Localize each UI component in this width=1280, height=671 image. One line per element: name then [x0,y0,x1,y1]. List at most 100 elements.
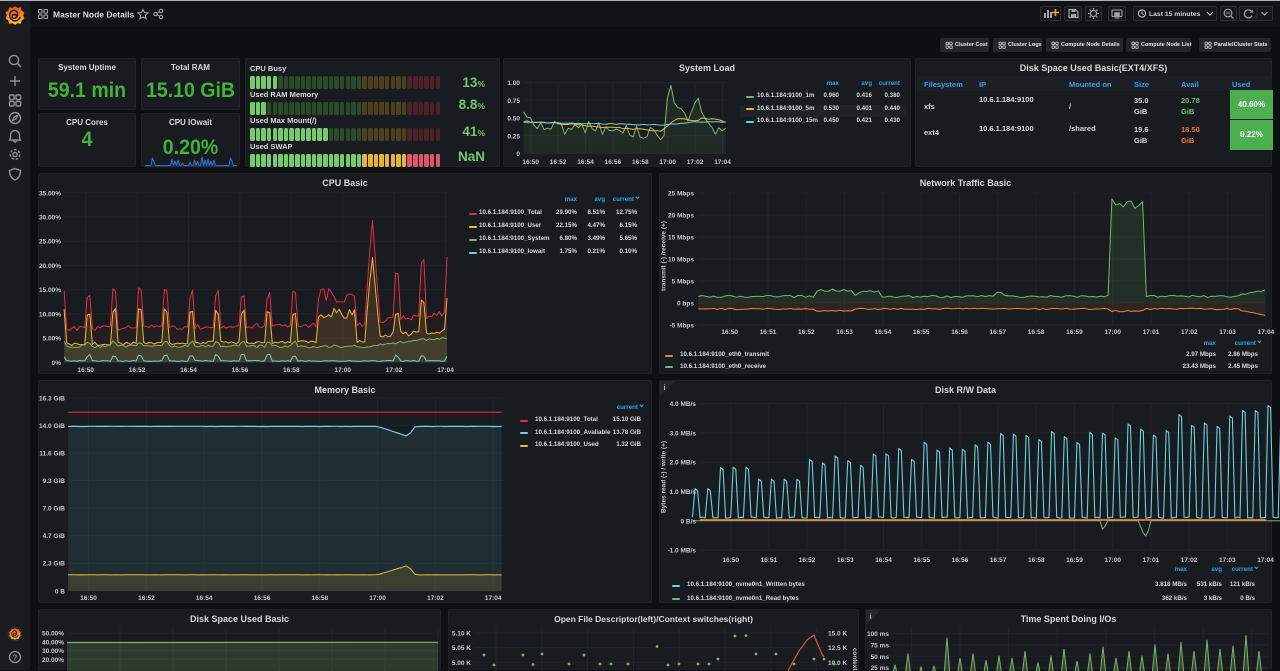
svg-text:17:04: 17:04 [485,595,502,602]
svg-text:16:50: 16:50 [722,557,739,564]
svg-text:5.05 K: 5.05 K [452,645,471,652]
svg-text:16:51: 16:51 [761,557,778,564]
svg-text:50.00%: 50.00% [42,631,64,638]
svg-text:17:03: 17:03 [1219,557,1236,564]
svg-text:0 B/s: 0 B/s [680,518,696,525]
svg-text:50 ms: 50 ms [871,654,890,661]
svg-text:20 Mbps: 20 Mbps [668,213,694,220]
svg-text:16:59: 16:59 [1066,329,1083,336]
svg-text:16:58: 16:58 [632,159,649,166]
svg-text:0.75: 0.75 [507,98,520,105]
svg-text:17:02: 17:02 [386,367,403,374]
svg-text:5.10 K: 5.10 K [452,631,471,638]
svg-text:16:59: 16:59 [1066,557,1083,564]
svg-text:17:02: 17:02 [1181,329,1198,336]
svg-text:0: 0 [516,151,520,158]
svg-text:75 ms: 75 ms [871,643,890,650]
svg-text:14.0 GiB: 14.0 GiB [39,423,65,430]
svg-text:30.00%: 30.00% [42,648,64,655]
svg-text:16:54: 16:54 [875,557,892,564]
svg-text:17:02: 17:02 [687,159,704,166]
svg-text:17:02: 17:02 [427,595,444,602]
svg-text:16:58: 16:58 [1028,329,1045,336]
svg-text:0.25: 0.25 [507,133,520,140]
svg-text:transmit (-) /receive (+): transmit (-) /receive (+) [661,221,668,291]
svg-text:16:50: 16:50 [80,595,97,602]
svg-text:-1.0 MB/s: -1.0 MB/s [667,548,696,555]
svg-text:16:56: 16:56 [232,367,249,374]
svg-text:16:56: 16:56 [605,159,622,166]
svg-text:25 Mbps: 25 Mbps [668,191,694,198]
svg-text:16:54: 16:54 [196,595,213,602]
svg-text:17:04: 17:04 [437,367,454,374]
svg-text:10 Mbps: 10 Mbps [668,257,694,264]
svg-text:16:52: 16:52 [129,367,146,374]
svg-text:16:58: 16:58 [311,595,328,602]
svg-text:0 bps: 0 bps [677,301,694,308]
svg-text:10.0 K: 10.0 K [828,660,847,667]
svg-text:1.0 MB/s: 1.0 MB/s [670,489,697,496]
svg-text:20.00%: 20.00% [42,657,64,664]
svg-text:16:56: 16:56 [951,329,968,336]
svg-text:0 B: 0 B [55,588,65,595]
svg-text:16:53: 16:53 [836,329,853,336]
svg-text:17:01: 17:01 [1143,329,1160,336]
svg-text:4.0 MB/s: 4.0 MB/s [670,401,697,408]
svg-text:17:00: 17:00 [1104,557,1121,564]
svg-text:35.00%: 35.00% [39,190,61,197]
svg-text:16:50: 16:50 [721,329,738,336]
svg-text:3.0 MB/s: 3.0 MB/s [670,430,697,437]
svg-text:16:54: 16:54 [577,159,594,166]
svg-text:15 Mbps: 15 Mbps [668,235,694,242]
svg-text:16.3 GiB: 16.3 GiB [39,395,65,402]
svg-text:15.0 K: 15.0 K [828,631,847,638]
svg-text:40.00%: 40.00% [42,639,64,646]
svg-text:1.00: 1.00 [507,80,520,87]
svg-text:0.50: 0.50 [507,116,520,123]
svg-text:16:50: 16:50 [522,159,539,166]
svg-text:17:03: 17:03 [1219,329,1236,336]
svg-text:7.0 GiB: 7.0 GiB [43,506,66,513]
svg-text:16:58: 16:58 [283,367,300,374]
svg-text:16:57: 16:57 [989,329,1006,336]
svg-text:16:52: 16:52 [138,595,155,602]
svg-text:12.5 K: 12.5 K [828,645,847,652]
svg-text:16:53: 16:53 [837,557,854,564]
svg-text:0%: 0% [52,360,62,367]
svg-text:16:50: 16:50 [77,367,94,374]
svg-text:17:04: 17:04 [1258,329,1275,336]
svg-text:17:04: 17:04 [1257,557,1274,564]
svg-text:16:55: 16:55 [913,329,930,336]
svg-text:10.00%: 10.00% [39,311,61,318]
svg-text:5.00%: 5.00% [43,336,62,343]
svg-text:16:55: 16:55 [913,557,930,564]
svg-text:17:02: 17:02 [1181,557,1198,564]
svg-text:i: i [870,612,872,621]
svg-text:16:56: 16:56 [952,557,969,564]
svg-text:i: i [664,383,666,392]
svg-text:-5 Mbps: -5 Mbps [669,323,694,330]
svg-text:16:56: 16:56 [254,595,271,602]
svg-text:2.0 MB/s: 2.0 MB/s [670,460,697,467]
svg-text:16:57: 16:57 [990,557,1007,564]
svg-text:4.7 GiB: 4.7 GiB [43,533,66,540]
svg-text:17:00: 17:00 [369,595,386,602]
svg-text:25.00%: 25.00% [39,239,61,246]
svg-text:11.6 GiB: 11.6 GiB [39,451,65,458]
svg-text:17:01: 17:01 [1143,557,1160,564]
svg-text:16:52: 16:52 [799,557,816,564]
svg-text:16:54: 16:54 [180,367,197,374]
svg-text:100 ms: 100 ms [867,631,889,638]
svg-text:context_switch: context_switch [851,648,858,671]
svg-text:16:52: 16:52 [798,329,815,336]
svg-text:5 Mbps: 5 Mbps [672,279,695,286]
svg-text:16:58: 16:58 [1028,557,1045,564]
svg-text:9.3 GiB: 9.3 GiB [43,478,66,485]
svg-text:2.3 GiB: 2.3 GiB [43,561,66,568]
svg-text:16:51: 16:51 [760,329,777,336]
svg-text:17:00: 17:00 [334,367,351,374]
svg-text:16:54: 16:54 [875,329,892,336]
svg-text:Bytes read (-) / write (+): Bytes read (-) / write (+) [661,441,668,513]
svg-text:25 ms: 25 ms [871,665,890,671]
svg-text:Last 15 minutes: Last 15 minutes [1149,11,1201,18]
